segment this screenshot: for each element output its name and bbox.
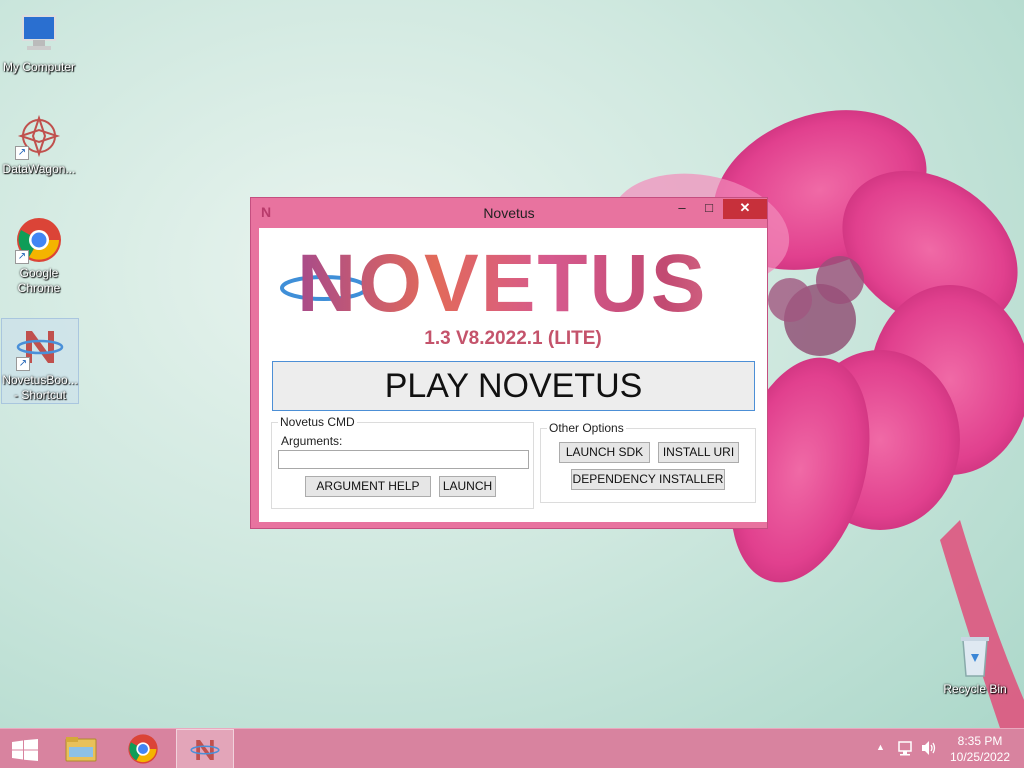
show-hidden-icons-button[interactable]: ▲ xyxy=(876,742,885,752)
shortcut-arrow-icon: ↗ xyxy=(16,357,30,371)
dependency-installer-button[interactable]: DEPENDENCY INSTALLER xyxy=(571,469,725,490)
argument-help-button[interactable]: ARGUMENT HELP xyxy=(305,476,431,497)
desktop-icon-novetus-shortcut[interactable]: ↗ NovetusBoo... - Shortcut xyxy=(1,318,79,404)
desktop-icon-label: Google Chrome xyxy=(17,266,61,295)
other-options-group: Other Options LAUNCH SDK INSTALL URI DEP… xyxy=(540,421,756,503)
arguments-label: Arguments: xyxy=(281,434,343,448)
novetus-cmd-group: Novetus CMD Arguments: ARGUMENT HELP LAU… xyxy=(271,415,534,509)
clock-time: 8:35 PM xyxy=(957,734,1003,748)
novetus-logo: NOVETUS xyxy=(279,238,749,330)
taskbar: ▲ 8:35 PM 10/25/2022 xyxy=(0,728,1024,768)
group-title: Novetus CMD xyxy=(278,415,357,429)
version-label: 1.3 V8.2022.1 (LITE) xyxy=(424,328,602,349)
chrome-icon xyxy=(128,734,158,764)
desktop-icon-datawagon[interactable]: ↗ DataWagon... xyxy=(0,108,78,177)
start-icon xyxy=(12,739,38,761)
title-bar[interactable]: N Novetus – □ ✕ xyxy=(251,198,767,227)
minimize-button[interactable]: – xyxy=(669,199,695,219)
novetus-window: N Novetus – □ ✕ NOVETUS 1.3 V8.2022.1 (L… xyxy=(250,197,768,529)
system-clock[interactable]: 8:35 PM 10/25/2022 xyxy=(944,733,1016,765)
file-explorer-icon xyxy=(65,737,97,762)
maximize-button[interactable]: □ xyxy=(696,199,722,219)
launch-sdk-button[interactable]: LAUNCH SDK xyxy=(559,442,650,463)
close-button[interactable]: ✕ xyxy=(723,199,767,219)
taskbar-file-explorer[interactable] xyxy=(52,729,110,768)
desktop-icon-google-chrome[interactable]: ↗ Google Chrome xyxy=(0,212,78,296)
recycle-bin-icon xyxy=(951,632,999,680)
taskbar-chrome[interactable] xyxy=(114,729,172,768)
novetus-icon xyxy=(190,740,220,760)
group-title: Other Options xyxy=(547,421,626,435)
network-icon[interactable] xyxy=(897,739,915,757)
install-uri-button[interactable]: INSTALL URI xyxy=(658,442,739,463)
volume-icon[interactable] xyxy=(920,739,938,757)
chrome-icon: ↗ xyxy=(15,216,63,264)
desktop-icon-recycle-bin[interactable]: Recycle Bin xyxy=(936,628,1014,697)
novetus-icon: ↗ xyxy=(16,323,64,371)
computer-icon xyxy=(15,10,63,58)
desktop-icon-label: My Computer xyxy=(2,60,76,74)
window-content: NOVETUS 1.3 V8.2022.1 (LITE) PLAY NOVETU… xyxy=(259,228,767,522)
arguments-input[interactable] xyxy=(278,450,529,469)
datawagon-icon: ↗ xyxy=(15,112,63,160)
desktop-icon-label: NovetusBoo... - Shortcut xyxy=(2,373,78,402)
logo-text: NOVETUS xyxy=(297,238,757,330)
desktop-icon-my-computer[interactable]: My Computer xyxy=(0,6,78,75)
clock-date: 10/25/2022 xyxy=(949,750,1011,764)
desktop-icon-label: Recycle Bin xyxy=(943,682,1007,696)
desktop-icon-label: DataWagon... xyxy=(2,162,76,176)
start-button[interactable] xyxy=(0,729,50,768)
taskbar-novetus[interactable] xyxy=(176,729,234,768)
play-novetus-button[interactable]: PLAY NOVETUS xyxy=(272,361,755,411)
launch-button[interactable]: LAUNCH xyxy=(439,476,496,497)
shortcut-arrow-icon: ↗ xyxy=(15,146,29,160)
shortcut-arrow-icon: ↗ xyxy=(15,250,29,264)
